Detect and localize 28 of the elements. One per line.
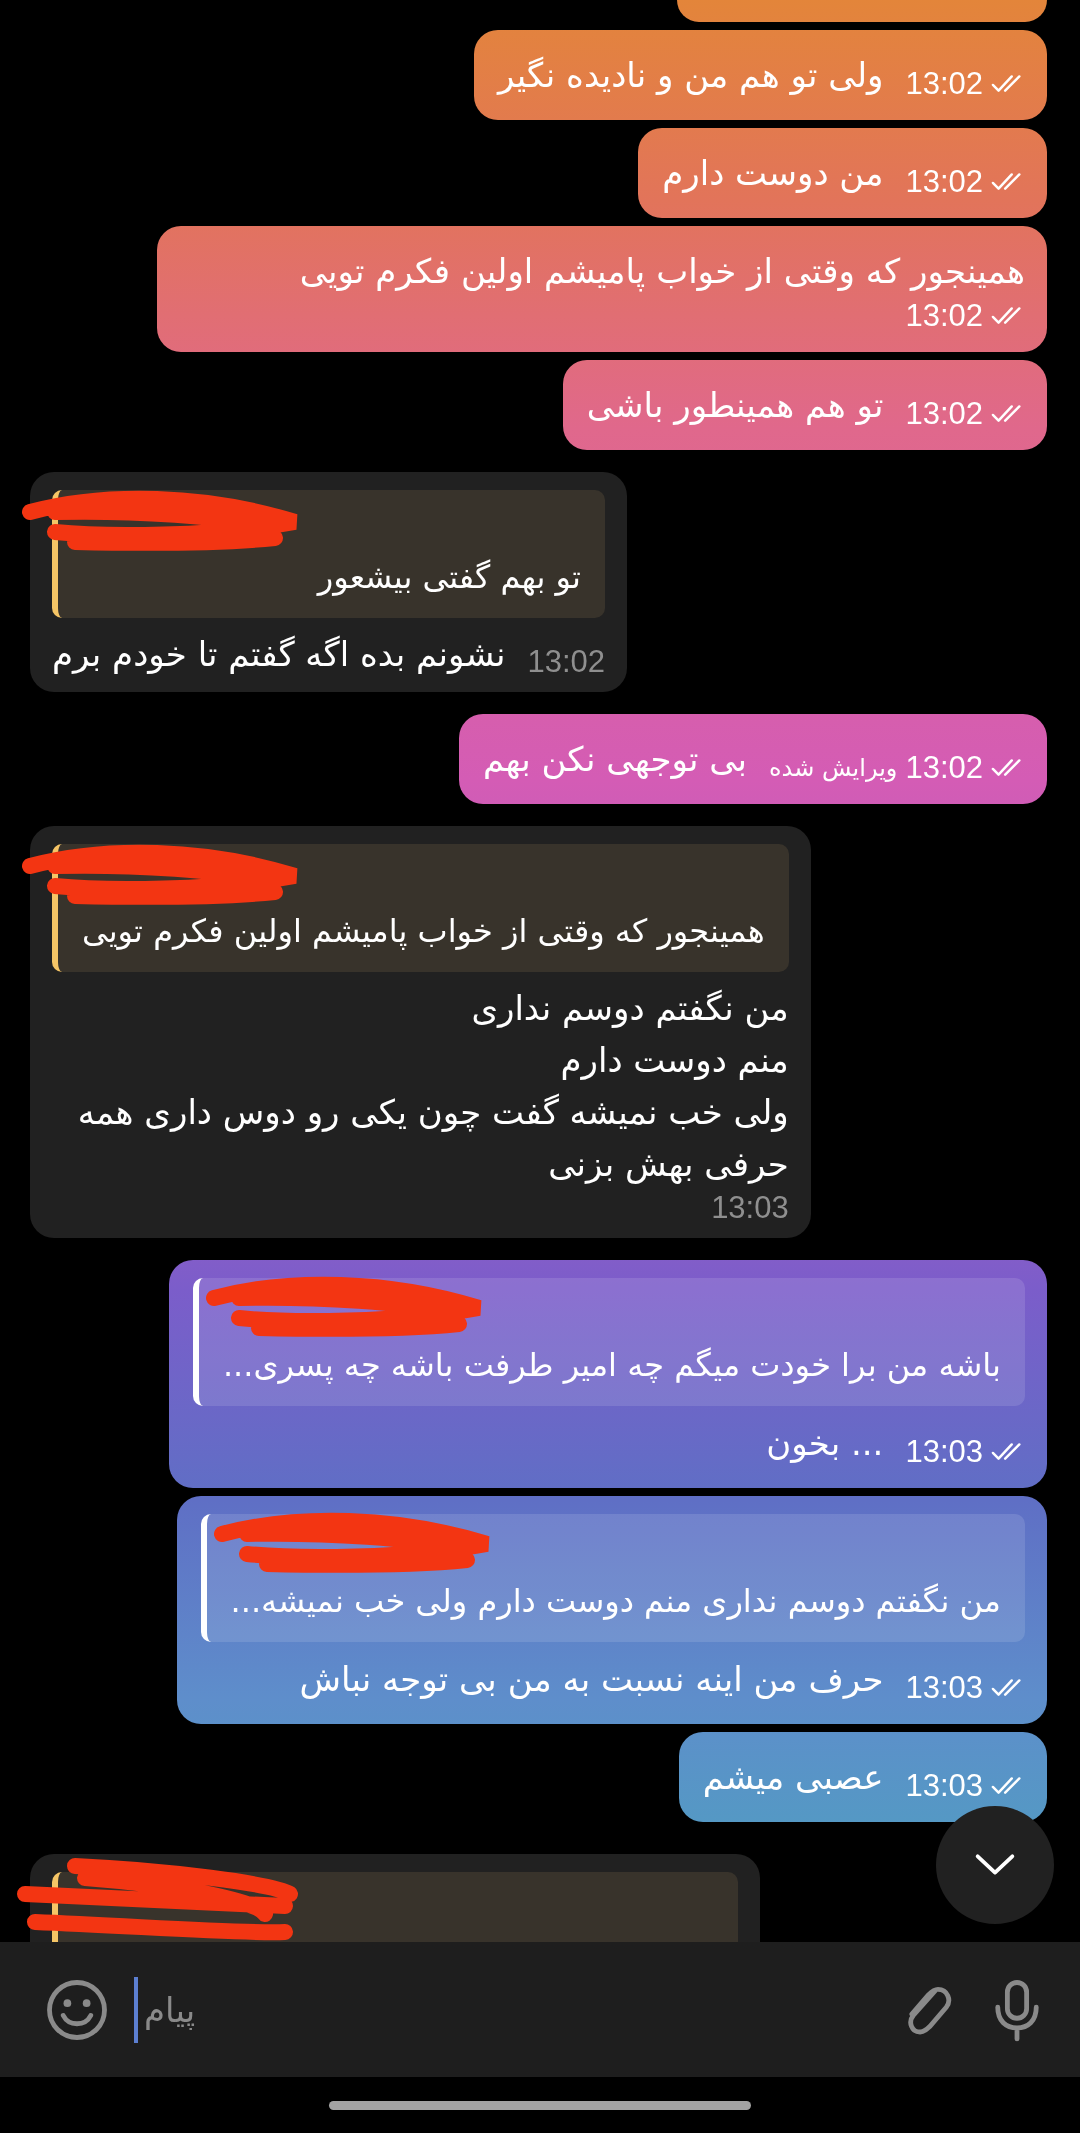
message-time: 13:02 bbox=[527, 644, 605, 680]
message-text: بی توجهی نکن بهم bbox=[482, 738, 748, 781]
message-time: 13:03 bbox=[905, 1670, 983, 1706]
message-time: 13:02 bbox=[905, 164, 983, 200]
quoted-text: تو بهم گفتی بیشعور bbox=[315, 557, 581, 598]
edited-label: ویرایش شده bbox=[769, 754, 898, 782]
message-time: 13:03 bbox=[905, 1768, 983, 1804]
reply-quote[interactable]: باشه من برا خودت میگم چه امیر طرفت باشه چه پسری... bbox=[192, 1278, 1025, 1406]
message-text: عصبی میشم bbox=[702, 1756, 884, 1799]
message-time: 13:02 bbox=[905, 750, 983, 786]
message-text: من دوست دارم bbox=[662, 152, 884, 195]
quoted-text: باشه من برا خودت میگم چه امیر طرفت باشه چه پسری... bbox=[222, 1345, 1001, 1386]
message-text: من نگفتم دوسم نداری منم دوست دارم ولی خب نمیشه گفت چون یکی رو دوس داری همه حرفی بهش بزنی bbox=[76, 987, 789, 1186]
message-time: 13:02 bbox=[905, 298, 983, 334]
message-time: 13:02 bbox=[905, 66, 983, 102]
message-text: ... بخون bbox=[766, 1422, 884, 1465]
message-text: تو هم همینطور باشی bbox=[586, 384, 884, 427]
message-text: نشونم بده اگه گفتم تا خودم برم bbox=[52, 633, 506, 676]
quoted-text: همینجور که وقتی از خواب پامیشم اولین فکرم تویی bbox=[82, 911, 765, 952]
message-time: 13:03 bbox=[711, 1190, 789, 1226]
message-input[interactable]: پیام bbox=[134, 1976, 870, 2043]
message-time: 13:02 bbox=[905, 396, 983, 432]
message-text: همینجور که وقتی از خواب پامیشم اولین فکرم تویی bbox=[299, 250, 1025, 294]
quoted-text: من نگفتم دوسم نداری منم دوست دارم ولی خب نمیشه... bbox=[230, 1581, 1001, 1622]
composer-bar[interactable]: پیام bbox=[0, 1942, 1080, 2077]
message-text: حرف من اینه نسبت به من بی توجه نباش bbox=[299, 1658, 884, 1701]
message-text: ولی تو هم من و نادیده نگیر bbox=[498, 54, 884, 97]
message-time: 13:03 bbox=[905, 1434, 983, 1470]
